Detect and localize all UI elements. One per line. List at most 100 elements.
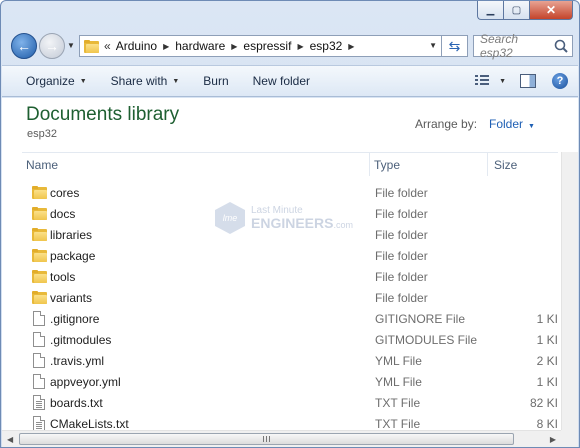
file-icon bbox=[28, 374, 50, 390]
search-box[interactable]: Search esp32 bbox=[473, 32, 573, 60]
file-row[interactable]: .travis.yml YML File 2 KI bbox=[22, 350, 558, 371]
minimize-button[interactable]: ▁ bbox=[477, 1, 503, 20]
file-type: File folder bbox=[375, 206, 428, 221]
maximize-button[interactable]: ▢ bbox=[503, 1, 529, 20]
folder-icon bbox=[28, 269, 50, 285]
folder-icon bbox=[28, 206, 50, 222]
scroll-right-icon[interactable]: ▶ bbox=[550, 435, 556, 444]
file-pane: Documents library esp32 Arrange by: Fold… bbox=[2, 98, 578, 447]
arrange-by-label: Arrange by: bbox=[415, 117, 478, 131]
chevron-right-icon[interactable]: ▶ bbox=[297, 42, 303, 51]
file-name: libraries bbox=[50, 227, 93, 242]
forward-button[interactable]: → bbox=[39, 33, 65, 59]
help-icon[interactable]: ? bbox=[552, 73, 568, 89]
burn-button[interactable]: Burn bbox=[191, 66, 240, 96]
vertical-scrollbar[interactable] bbox=[561, 152, 578, 430]
file-row[interactable]: tools File folder bbox=[22, 266, 558, 287]
file-name: docs bbox=[50, 206, 76, 221]
file-row[interactable]: variants File folder bbox=[22, 287, 558, 308]
file-row[interactable]: docs File folder bbox=[22, 203, 558, 224]
file-type: File folder bbox=[375, 227, 428, 242]
file-row[interactable]: boards.txt TXT File 82 KI bbox=[22, 392, 558, 413]
file-name: variants bbox=[50, 290, 93, 305]
scroll-corner bbox=[561, 430, 578, 447]
file-name: boards.txt bbox=[50, 395, 103, 410]
file-name: cores bbox=[50, 185, 80, 200]
file-name: appveyor.yml bbox=[50, 374, 121, 389]
file-row[interactable]: .gitignore GITIGNORE File 1 KI bbox=[22, 308, 558, 329]
breadcrumb-overflow[interactable]: « bbox=[104, 39, 111, 53]
dropdown-arrow-icon: ▼ bbox=[172, 77, 180, 85]
burn-label: Burn bbox=[203, 74, 229, 88]
organize-menu[interactable]: Organize ▼ bbox=[14, 66, 99, 96]
change-view-button[interactable]: ▼ bbox=[475, 75, 506, 87]
file-type: YML File bbox=[375, 353, 422, 368]
file-row[interactable]: cores File folder bbox=[22, 182, 558, 203]
scrollbar-thumb[interactable] bbox=[19, 433, 514, 445]
folder-icon bbox=[28, 227, 50, 243]
breadcrumb-hardware[interactable]: hardware bbox=[175, 39, 225, 53]
file-type: GITMODULES File bbox=[375, 332, 478, 347]
dropdown-arrow-icon: ▼ bbox=[499, 77, 506, 85]
file-name: tools bbox=[50, 269, 76, 284]
address-bar[interactable]: « Arduino ▶ hardware ▶ espressif ▶ esp32… bbox=[79, 35, 442, 57]
horizontal-scrollbar[interactable]: ◀ ▶ bbox=[2, 430, 561, 447]
scroll-left-icon[interactable]: ◀ bbox=[7, 435, 13, 444]
breadcrumb-esp32[interactable]: esp32 bbox=[310, 39, 343, 53]
column-size[interactable]: Size bbox=[488, 153, 558, 176]
file-type: File folder bbox=[375, 269, 428, 284]
new-folder-button[interactable]: New folder bbox=[241, 66, 322, 96]
folder-icon bbox=[28, 290, 50, 306]
file-size: 8 KI bbox=[536, 416, 558, 431]
explorer-window: ▁ ▢ ✕ ← → ▼ « Arduino ▶ hardware ▶ espre… bbox=[0, 0, 580, 448]
file-size: 1 KI bbox=[536, 311, 558, 326]
file-row[interactable]: libraries File folder bbox=[22, 224, 558, 245]
file-name: package bbox=[50, 248, 96, 263]
organize-label: Organize bbox=[26, 74, 75, 88]
navigation-bar: ← → ▼ « Arduino ▶ hardware ▶ espressif ▶… bbox=[9, 31, 573, 61]
file-size: 2 KI bbox=[536, 353, 558, 368]
file-type: File folder bbox=[375, 248, 428, 263]
details-view-icon bbox=[475, 75, 491, 87]
search-input[interactable]: Search esp32 bbox=[480, 32, 553, 60]
chevron-right-icon[interactable]: ▶ bbox=[348, 42, 354, 51]
file-type: TXT File bbox=[375, 395, 421, 410]
recent-pages-dropdown[interactable]: ▼ bbox=[67, 41, 75, 50]
file-icon bbox=[28, 353, 50, 369]
chevron-right-icon[interactable]: ▶ bbox=[231, 42, 237, 51]
file-row[interactable]: appveyor.yml YML File 1 KI bbox=[22, 371, 558, 392]
file-size: 1 KI bbox=[536, 374, 558, 389]
folder-icon bbox=[28, 248, 50, 264]
back-button[interactable]: ← bbox=[11, 33, 37, 59]
library-subtitle: esp32 bbox=[27, 128, 57, 140]
share-with-menu[interactable]: Share with ▼ bbox=[99, 66, 192, 96]
arrange-by-value: Folder bbox=[489, 117, 524, 131]
file-name: .gitmodules bbox=[50, 332, 112, 347]
close-button[interactable]: ✕ bbox=[529, 1, 573, 20]
preview-pane-icon[interactable] bbox=[520, 74, 536, 88]
file-type: YML File bbox=[375, 374, 422, 389]
search-icon[interactable] bbox=[553, 38, 569, 54]
folder-icon bbox=[84, 39, 99, 53]
file-name: .gitignore bbox=[50, 311, 100, 326]
arrange-by-dropdown[interactable]: Folder ▼ bbox=[489, 117, 535, 131]
refresh-icon: ⇆ bbox=[448, 37, 461, 54]
refresh-button[interactable]: ⇆ bbox=[442, 35, 468, 57]
file-icon bbox=[28, 311, 50, 327]
column-type[interactable]: Type bbox=[370, 153, 488, 176]
new-folder-label: New folder bbox=[252, 74, 310, 88]
file-type: TXT File bbox=[375, 416, 421, 431]
file-row[interactable]: package File folder bbox=[22, 245, 558, 266]
toolbar-right: ▼ ? bbox=[475, 66, 568, 96]
column-name[interactable]: Name bbox=[22, 153, 370, 176]
file-row[interactable]: .gitmodules GITMODULES File 1 KI bbox=[22, 329, 558, 350]
arrow-left-icon: ← bbox=[17, 38, 31, 54]
chevron-right-icon[interactable]: ▶ bbox=[163, 42, 169, 51]
dropdown-arrow-icon: ▼ bbox=[79, 77, 87, 85]
command-bar: Organize ▼ Share with ▼ Burn New folder ▼ … bbox=[2, 65, 578, 97]
file-type: File folder bbox=[375, 290, 428, 305]
address-dropdown[interactable]: ▼ bbox=[429, 41, 437, 50]
breadcrumb-arduino[interactable]: Arduino bbox=[116, 39, 157, 53]
column-header: Name Type Size bbox=[22, 152, 558, 176]
breadcrumb-espressif[interactable]: espressif bbox=[243, 39, 291, 53]
